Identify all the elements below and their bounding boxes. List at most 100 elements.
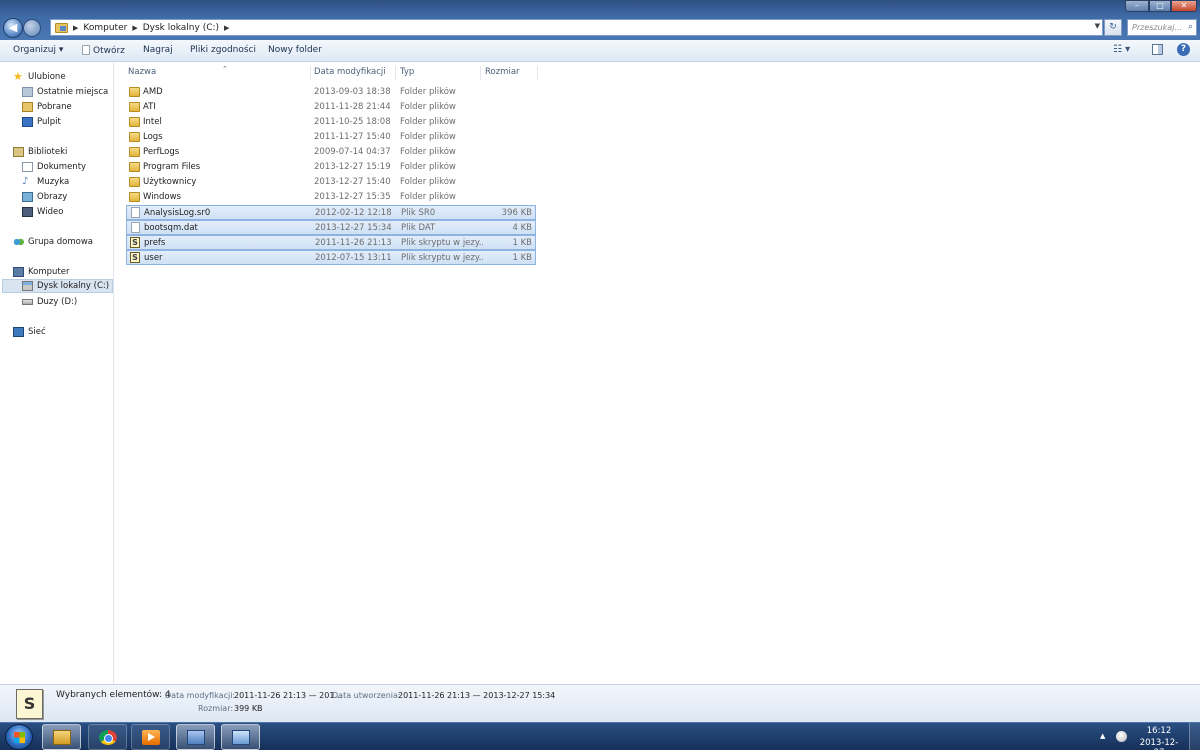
script-file-icon: S xyxy=(130,237,140,248)
script-file-icon: S xyxy=(130,252,140,263)
search-input[interactable]: Przeszukaj... ⌕ xyxy=(1127,19,1197,36)
column-header-size[interactable]: Rozmiar xyxy=(481,66,538,80)
show-desktop-button[interactable] xyxy=(1189,723,1200,750)
file-date: 2012-07-15 13:11 xyxy=(315,253,392,263)
burn-button[interactable]: Nagraj xyxy=(143,45,173,55)
file-type: Plik skryptu w jezy... xyxy=(401,253,483,263)
nav-documents[interactable]: Dokumenty xyxy=(22,160,86,174)
file-row[interactable]: ATI 2011-11-28 21:44 Folder plików xyxy=(126,100,536,115)
taskbar-chrome[interactable] xyxy=(88,724,127,750)
chevron-down-icon: ▾ xyxy=(1125,44,1131,55)
nav-computer[interactable]: Komputer xyxy=(13,265,69,279)
taskbar: ▲ 16:12 2013-12-27 xyxy=(0,722,1200,750)
nav-label: Ulubione xyxy=(28,72,66,82)
nav-label: Sieć xyxy=(28,327,46,337)
compatibility-files-button[interactable]: Pliki zgodności xyxy=(190,45,256,55)
title-bar: – □ ✕ ◀ ▶ Komputer ▶ Dysk lokalny (C:) ▶… xyxy=(0,0,1200,40)
nav-label: Dokumenty xyxy=(37,162,87,172)
network-icon xyxy=(13,327,24,337)
start-button[interactable] xyxy=(5,724,33,750)
drive-icon xyxy=(22,299,33,305)
nav-favorites[interactable]: ★ Ulubione xyxy=(13,70,66,84)
nav-label: Komputer xyxy=(28,267,70,277)
nav-label: Biblioteki xyxy=(28,147,68,157)
file-type: Folder plików xyxy=(400,117,456,127)
nav-pictures[interactable]: Obrazy xyxy=(22,190,67,204)
pictures-icon xyxy=(22,192,33,202)
column-header-name[interactable]: ⌃ Nazwa xyxy=(124,65,311,80)
file-date: 2011-11-26 21:13 xyxy=(315,238,392,248)
recent-places-icon xyxy=(22,87,33,97)
nav-desktop[interactable]: Pulpit xyxy=(22,115,61,129)
refresh-button[interactable]: ↻ xyxy=(1104,19,1122,36)
file-date: 2013-12-27 15:19 xyxy=(314,162,391,172)
nav-drive-c[interactable]: Dysk lokalny (C:) xyxy=(2,279,113,293)
address-bar[interactable]: ▶ Komputer ▶ Dysk lokalny (C:) ▶ ▼ xyxy=(50,19,1103,36)
nav-downloads[interactable]: Pobrane xyxy=(22,100,72,114)
maximize-button[interactable]: □ xyxy=(1149,0,1171,12)
file-list: ⌃ Nazwa Data modyfikacji Typ Rozmiar AMD… xyxy=(115,63,1200,684)
organize-button[interactable]: Organizuj ▾ xyxy=(13,45,63,55)
clock-time[interactable]: 16:12 xyxy=(1136,726,1182,736)
nav-libraries[interactable]: Biblioteki xyxy=(13,145,67,159)
column-label: Nazwa xyxy=(128,67,157,77)
documents-icon xyxy=(22,162,33,172)
back-button[interactable]: ◀ xyxy=(3,18,23,38)
navigation-pane: ★ Ulubione Ostatnie miejsca Pobrane Pulpi… xyxy=(0,63,114,684)
file-row[interactable]: PerfLogs 2009-07-14 04:37 Folder plików xyxy=(126,145,536,160)
tray-icon[interactable] xyxy=(1116,731,1127,742)
chevron-down-icon[interactable]: ▼ xyxy=(1095,22,1100,30)
back-arrow-icon: ◀ xyxy=(8,21,18,34)
file-row[interactable]: Suser 2012-07-15 13:11 Plik skryptu w jezy… xyxy=(126,250,536,265)
file-row[interactable]: Logs 2011-11-27 15:40 Folder plików xyxy=(126,130,536,145)
column-header-date[interactable]: Data modyfikacji xyxy=(310,66,396,80)
open-button[interactable]: Otwórz xyxy=(82,45,125,56)
clock-date[interactable]: 2013-12-27 xyxy=(1136,738,1182,750)
forward-button[interactable] xyxy=(23,19,41,37)
folder-icon xyxy=(129,87,140,97)
file-row[interactable]: AMD 2013-09-03 18:38 Folder plików xyxy=(126,85,536,100)
file-row[interactable]: bootsqm.dat 2013-12-27 15:34 Plik DAT 4 KB xyxy=(126,220,536,235)
file-row[interactable]: Program Files 2013-12-27 15:19 Folder plik… xyxy=(126,160,536,175)
close-button[interactable]: ✕ xyxy=(1171,0,1197,12)
taskbar-remote-desktop[interactable] xyxy=(176,724,215,750)
folder-icon xyxy=(129,102,140,112)
file-row[interactable]: AnalysisLog.sr0 2012-02-12 12:18 Plik SR0 3… xyxy=(126,205,536,220)
file-row[interactable]: Sprefs 2011-11-26 21:13 Plik skryptu w jez… xyxy=(126,235,536,250)
taskbar-media-player[interactable] xyxy=(131,724,170,750)
nav-video[interactable]: Wideo xyxy=(22,205,63,219)
breadcrumb-drive-c[interactable]: Dysk lokalny (C:) xyxy=(143,23,219,33)
taskbar-explorer[interactable] xyxy=(42,724,81,750)
help-icon[interactable]: ? xyxy=(1177,43,1190,56)
folder-icon xyxy=(129,162,140,172)
minimize-button[interactable]: – xyxy=(1125,0,1149,12)
file-type: Folder plików xyxy=(400,87,456,97)
file-row[interactable]: Użytkownicy 2013-12-27 15:40 Folder plików xyxy=(126,175,536,190)
file-type: Folder plików xyxy=(400,162,456,172)
file-row[interactable]: Intel 2011-10-25 18:08 Folder plików xyxy=(126,115,536,130)
media-player-icon xyxy=(142,730,160,745)
column-header-type[interactable]: Typ xyxy=(396,66,481,80)
file-type: Plik skryptu w jezy... xyxy=(401,238,483,248)
file-type: Folder plików xyxy=(400,102,456,112)
nav-network[interactable]: Sieć xyxy=(13,325,46,339)
preview-pane-icon[interactable] xyxy=(1152,44,1163,55)
chevron-down-icon: ▾ xyxy=(58,45,64,55)
command-bar: Organizuj ▾ Otwórz Nagraj Pliki zgodnośc… xyxy=(0,40,1200,62)
new-folder-button[interactable]: Nowy folder xyxy=(268,45,322,55)
chevron-right-icon[interactable]: ▶ xyxy=(132,24,137,32)
chevron-right-icon[interactable]: ▶ xyxy=(73,24,78,32)
taskbar-picture-viewer[interactable] xyxy=(221,724,260,750)
nav-drive-d[interactable]: Duzy (D:) xyxy=(22,295,77,309)
nav-music[interactable]: ♪ Muzyka xyxy=(22,175,69,189)
desktop-icon xyxy=(22,117,33,127)
modified-value: 2011-11-26 21:13 — 201... xyxy=(234,691,343,700)
change-view-button[interactable]: ☷ ▾ xyxy=(1113,44,1130,55)
chevron-up-icon[interactable]: ▲ xyxy=(1100,732,1105,740)
nav-recent-places[interactable]: Ostatnie miejsca xyxy=(22,85,108,99)
file-row[interactable]: Windows 2013-12-27 15:35 Folder plików xyxy=(126,190,536,205)
breadcrumb-computer[interactable]: Komputer xyxy=(83,23,127,33)
nav-homegroup[interactable]: Grupa domowa xyxy=(13,235,93,249)
organize-label: Organizuj xyxy=(13,45,56,55)
chevron-right-icon[interactable]: ▶ xyxy=(224,24,229,32)
